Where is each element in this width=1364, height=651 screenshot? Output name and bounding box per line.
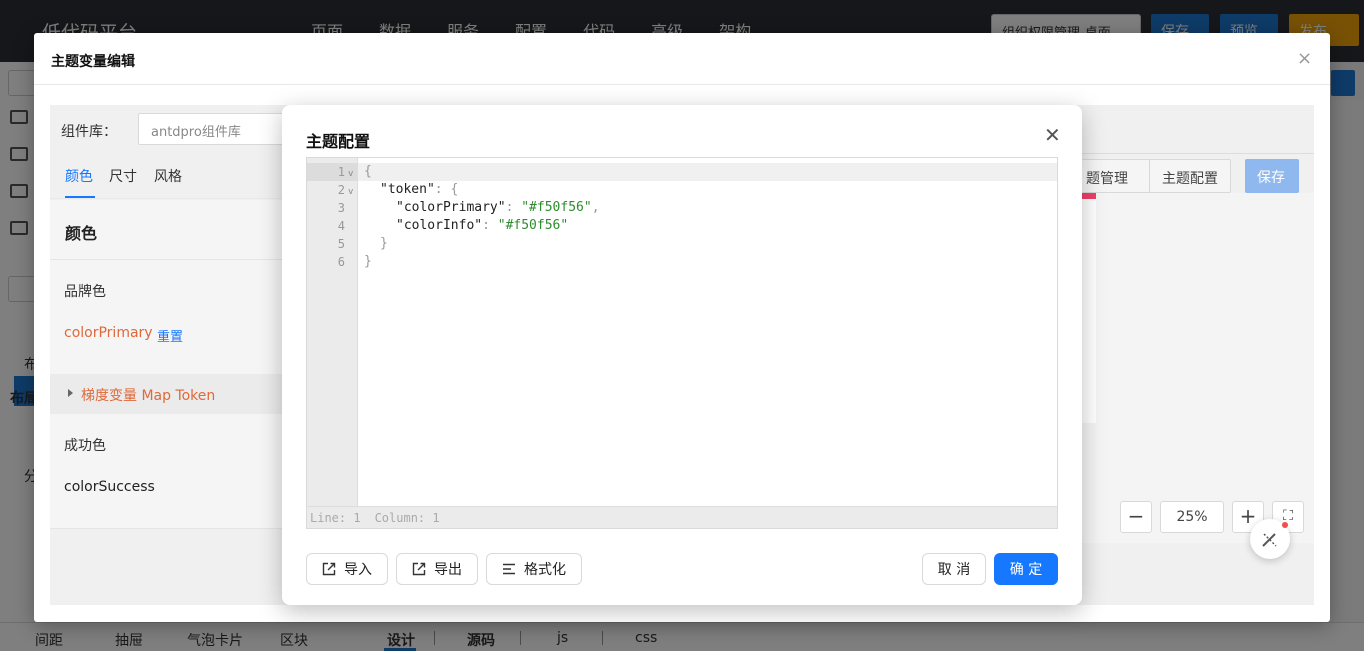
preview-save-button[interactable]: 保存 bbox=[1245, 159, 1299, 193]
code-token: "colorInfo" bbox=[396, 218, 483, 233]
close-icon[interactable]: × bbox=[1297, 48, 1312, 69]
component-library-select[interactable]: antdpro组件库 bbox=[138, 113, 288, 145]
active-tab-indicator bbox=[65, 196, 95, 198]
format-button[interactable]: 格式化 bbox=[486, 553, 582, 585]
code-token: "#f50f56" bbox=[497, 218, 569, 233]
color-success-token: colorSuccess bbox=[64, 479, 155, 495]
export-label: 导出 bbox=[434, 562, 462, 578]
line-number: 2 bbox=[337, 183, 345, 197]
code-line-6: } bbox=[364, 253, 372, 271]
map-token-label: 梯度变量 Map Token bbox=[81, 388, 216, 404]
modal-header: 主题变量编辑 × bbox=[34, 33, 1330, 85]
export-icon bbox=[412, 562, 426, 576]
code-token: : { bbox=[434, 182, 459, 197]
preview-canvas bbox=[1082, 193, 1314, 543]
close-icon[interactable]: ✕ bbox=[1044, 123, 1061, 147]
line-number-gutter: 1 v 2 v 3 4 5 6 bbox=[307, 158, 358, 506]
fold-icon[interactable]: v bbox=[348, 183, 353, 201]
brand-color-group: 品牌色 colorPrimary 重置 bbox=[50, 260, 282, 374]
code-token: } bbox=[380, 236, 388, 251]
line-number: 5 bbox=[337, 237, 345, 251]
cancel-button[interactable]: 取 消 bbox=[922, 553, 986, 585]
line-number: 6 bbox=[337, 255, 345, 269]
confirm-label: 确 定 bbox=[1009, 562, 1043, 578]
tab-style[interactable]: 风格 bbox=[154, 166, 182, 186]
token-tabs: 颜色 尺寸 风格 bbox=[50, 153, 282, 199]
line-number: 3 bbox=[337, 201, 345, 215]
editor-status-bar: Line: 1 Column: 1 bbox=[307, 506, 1057, 528]
tab-size[interactable]: 尺寸 bbox=[109, 166, 137, 186]
json-code-editor[interactable]: 1 v 2 v 3 4 5 6 { "token": { "colorPrima… bbox=[306, 157, 1058, 529]
import-label: 导入 bbox=[344, 562, 372, 578]
code-line-4: "colorInfo": "#f50f56" bbox=[396, 218, 569, 233]
theme-config-dialog: 主题配置 ✕ 1 v 2 v 3 4 5 6 { "token": { "col… bbox=[282, 105, 1082, 605]
preview-toolbar-divider bbox=[1082, 153, 1314, 154]
component-library-row: 组件库： antdpro组件库 bbox=[50, 105, 288, 153]
preview-accent-bar bbox=[1082, 193, 1096, 199]
divider bbox=[50, 528, 282, 529]
map-token-collapse[interactable]: 梯度变量 Map Token bbox=[50, 374, 282, 414]
code-token: "token" bbox=[380, 182, 435, 197]
cursor-column: Column: 1 bbox=[374, 511, 440, 525]
import-icon bbox=[322, 562, 336, 576]
success-color-label: 成功色 bbox=[64, 438, 106, 454]
caret-right-icon bbox=[68, 389, 73, 397]
reset-link[interactable]: 重置 bbox=[157, 326, 183, 345]
code-content[interactable]: { "token": { "colorPrimary": "#f50f56", … bbox=[358, 158, 1057, 506]
dialog-title: 主题配置 bbox=[306, 132, 371, 151]
code-token: "colorPrimary" bbox=[396, 200, 506, 215]
section-title: 颜色 bbox=[65, 224, 98, 243]
code-token: "#f50f56" bbox=[521, 200, 592, 215]
zoom-out-button[interactable]: − bbox=[1120, 501, 1152, 533]
success-color-group: 成功色 colorSuccess bbox=[50, 414, 282, 528]
code-token: { bbox=[364, 164, 372, 179]
import-button[interactable]: 导入 bbox=[306, 553, 388, 585]
line-number: 1 bbox=[337, 165, 345, 179]
fold-icon[interactable]: v bbox=[348, 165, 353, 183]
code-line-3: "colorPrimary": "#f50f56", bbox=[396, 200, 600, 215]
notification-dot bbox=[1282, 522, 1288, 528]
line-number: 4 bbox=[337, 219, 345, 233]
code-line-1: { bbox=[364, 163, 372, 181]
confirm-button[interactable]: 确 定 bbox=[994, 553, 1058, 585]
modal-title: 主题变量编辑 bbox=[51, 54, 135, 70]
brand-color-label: 品牌色 bbox=[64, 284, 106, 300]
component-library-label: 组件库： bbox=[61, 124, 117, 140]
cursor-line: Line: 1 bbox=[310, 511, 361, 525]
preview-thumbnail bbox=[1082, 193, 1096, 423]
color-section-header: 颜色 bbox=[50, 200, 282, 260]
color-primary-token: colorPrimary bbox=[64, 325, 153, 341]
tab-color[interactable]: 颜色 bbox=[65, 166, 93, 186]
format-label: 格式化 bbox=[524, 562, 566, 578]
theme-config-button[interactable]: 主题配置 bbox=[1149, 159, 1231, 193]
cancel-label: 取 消 bbox=[937, 562, 971, 578]
zoom-level: 25% bbox=[1160, 501, 1224, 533]
export-button[interactable]: 导出 bbox=[396, 553, 478, 585]
code-token: } bbox=[364, 254, 372, 269]
code-line-2: "token": { bbox=[380, 181, 458, 199]
align-left-icon bbox=[503, 563, 515, 575]
code-line-5: } bbox=[380, 235, 388, 253]
